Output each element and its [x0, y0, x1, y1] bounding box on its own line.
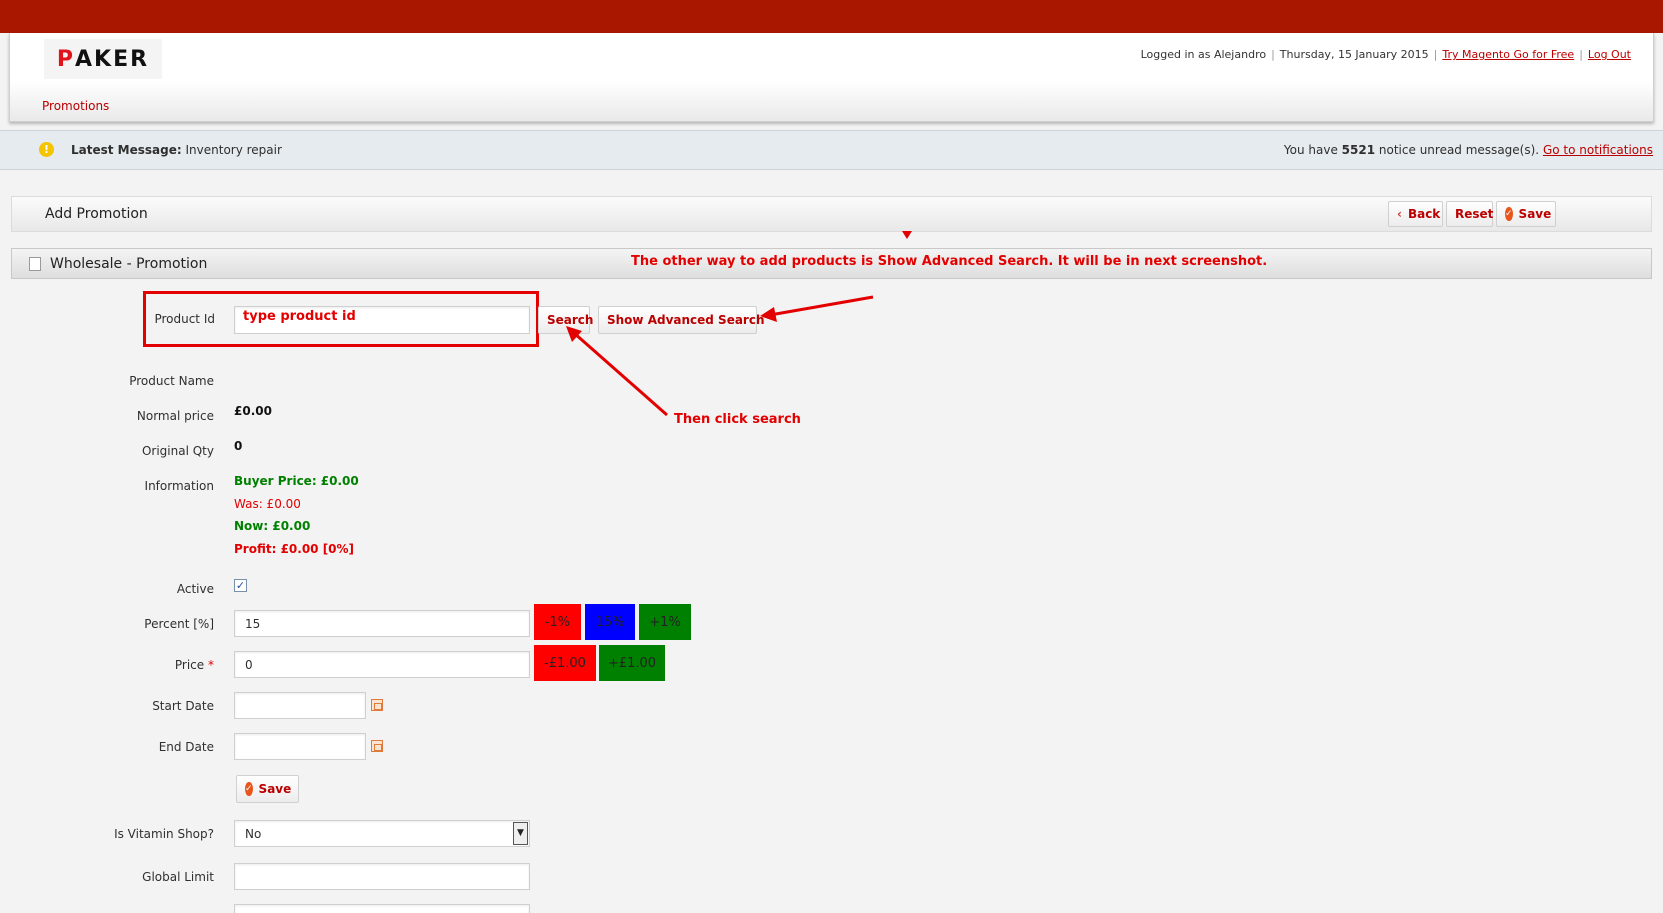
calendar-icon[interactable] — [371, 699, 383, 711]
end-date-input[interactable] — [234, 733, 366, 760]
original-qty-label: Original Qty — [141, 444, 214, 458]
normal-price-label: Normal price — [136, 409, 214, 423]
percent-current-button[interactable]: 15% — [585, 604, 635, 640]
active-label: Active — [176, 582, 214, 596]
vitamin-shop-label: Is Vitamin Shop? — [114, 827, 214, 841]
annotation-click-note: Then click search — [674, 412, 801, 427]
required-mark: * — [208, 658, 214, 672]
arrow-to-search — [573, 331, 668, 417]
information-label: Information — [144, 479, 214, 493]
start-date-label: Start Date — [152, 699, 214, 713]
product-name-label: Product Name — [129, 374, 214, 388]
arrow-to-advanced — [769, 295, 874, 317]
global-limit-label: Global Limit — [142, 870, 214, 884]
global-limit-input[interactable] — [234, 863, 530, 890]
buyer-price-text: Buyer Price: £0.00 — [234, 474, 359, 488]
percent-minus-button[interactable]: -1% — [534, 604, 581, 640]
was-price-text: Was: £0.00 — [234, 497, 301, 511]
end-date-label: End Date — [158, 740, 214, 754]
vitamin-shop-select[interactable]: No — [234, 820, 530, 847]
profit-text: Profit: £0.00 [0%] — [234, 542, 355, 556]
price-plus-button[interactable]: +£1.00 — [599, 645, 665, 681]
percent-label: Percent [%] — [144, 617, 214, 631]
start-date-input[interactable] — [234, 692, 366, 719]
price-label: Price * — [174, 658, 214, 672]
check-icon: ✓ — [245, 782, 253, 796]
now-price-text: Now: £0.00 — [234, 519, 311, 533]
calendar-icon[interactable] — [371, 740, 383, 752]
normal-price-value: £0.00 — [234, 404, 272, 418]
arrow-head-advanced — [760, 307, 777, 322]
percent-input[interactable]: 15 — [234, 610, 530, 637]
price-input[interactable]: 0 — [234, 651, 530, 678]
price-minus-button[interactable]: -£1.00 — [534, 645, 596, 681]
form-save-button[interactable]: ✓ Save — [236, 775, 299, 803]
original-qty-value: 0 — [234, 439, 243, 453]
active-checkbox[interactable]: ✓ — [234, 579, 247, 592]
chevron-down-icon[interactable]: ▼ — [513, 822, 528, 845]
percent-plus-button[interactable]: +1% — [639, 604, 691, 640]
next-field-input[interactable] — [234, 904, 530, 913]
